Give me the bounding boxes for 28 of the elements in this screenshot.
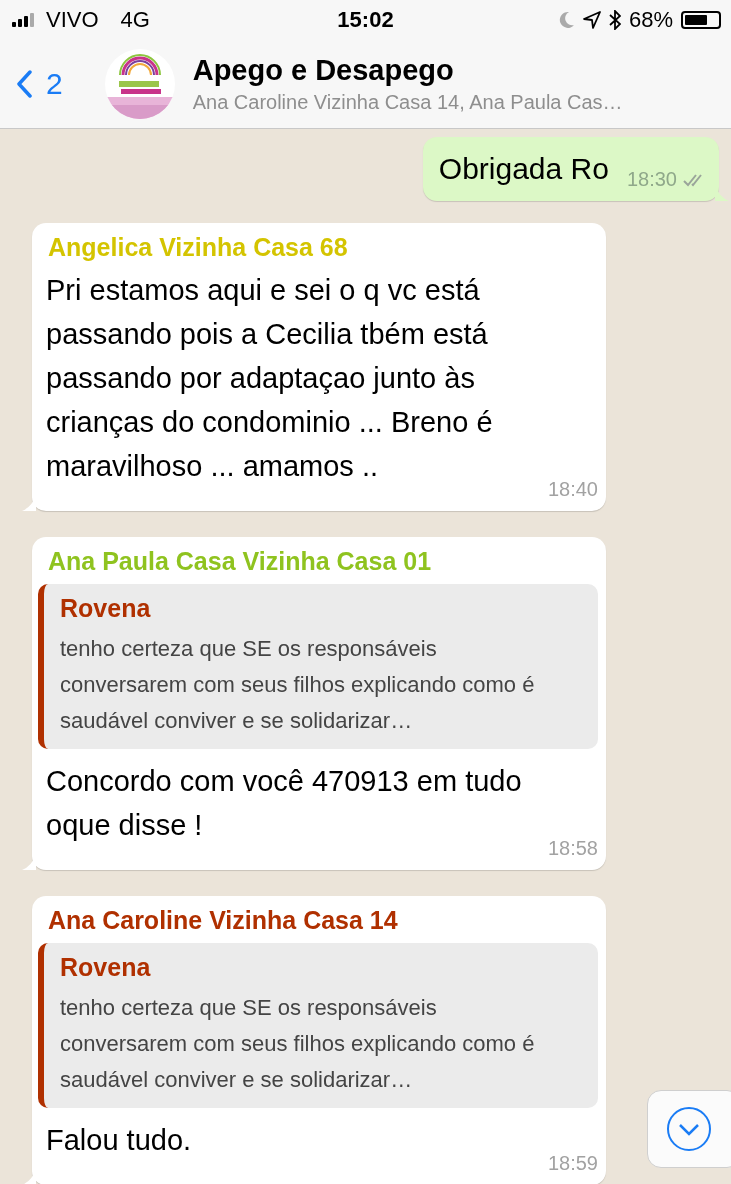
message-time: 18:59 — [547, 1152, 598, 1175]
quoted-sender: Rovena — [60, 594, 152, 623]
moon-icon — [558, 11, 575, 29]
back-button[interactable]: 2 — [16, 67, 63, 101]
message-text: Falou tudo. — [46, 1123, 193, 1158]
quoted-text: tenho certeza que SE os responsáveis conversarem com seus filhos explicando como é saudável conviver e se solidarizar… — [60, 994, 536, 1094]
quoted-message[interactable]: Rovena tenho certeza que SE os responsáveis conversarem com seus filhos explicando como é saudável conviver e se solidarizar… — [38, 943, 598, 1108]
message-time: 18:30 — [626, 168, 677, 191]
quoted-sender: Rovena — [60, 953, 152, 982]
chevron-left-icon — [16, 70, 32, 98]
message-time: 18:40 — [547, 478, 598, 501]
scroll-down-button[interactable] — [647, 1090, 731, 1168]
battery-percent: 68% — [628, 7, 673, 33]
location-arrow-icon — [582, 11, 601, 29]
message-text: Concordo com você 470913 em tudo oque disse ! — [46, 764, 523, 843]
carrier-name: VIVO — [46, 7, 99, 33]
message-time: 18:58 — [547, 837, 598, 860]
quoted-message[interactable]: Rovena tenho certeza que SE os responsáveis conversarem com seus filhos explicando como é saudável conviver e se solidarizar… — [38, 584, 598, 749]
battery-icon — [681, 11, 721, 29]
bluetooth-icon — [608, 10, 621, 30]
sender-name[interactable]: Ana Caroline Vizinha Casa 14 — [48, 906, 598, 935]
message-text: Obrigada Ro — [438, 151, 609, 187]
chat-title[interactable]: Apego e Desapego — [192, 54, 623, 87]
chevron-down-icon — [666, 1106, 712, 1152]
message-text: Pri estamos aqui e sei o q vc está passando pois a Cecilia tbém está passando por adaptaçao junto às crianças do condominio ... Breno é maravilhoso ... amamos .. — [46, 273, 494, 484]
clock-time: 15:02 — [337, 7, 394, 33]
quoted-text: tenho certeza que SE os responsáveis conversarem com seus filhos explicando como é saudável conviver e se solidarizar… — [60, 635, 536, 735]
network-type: 4G — [120, 7, 150, 33]
